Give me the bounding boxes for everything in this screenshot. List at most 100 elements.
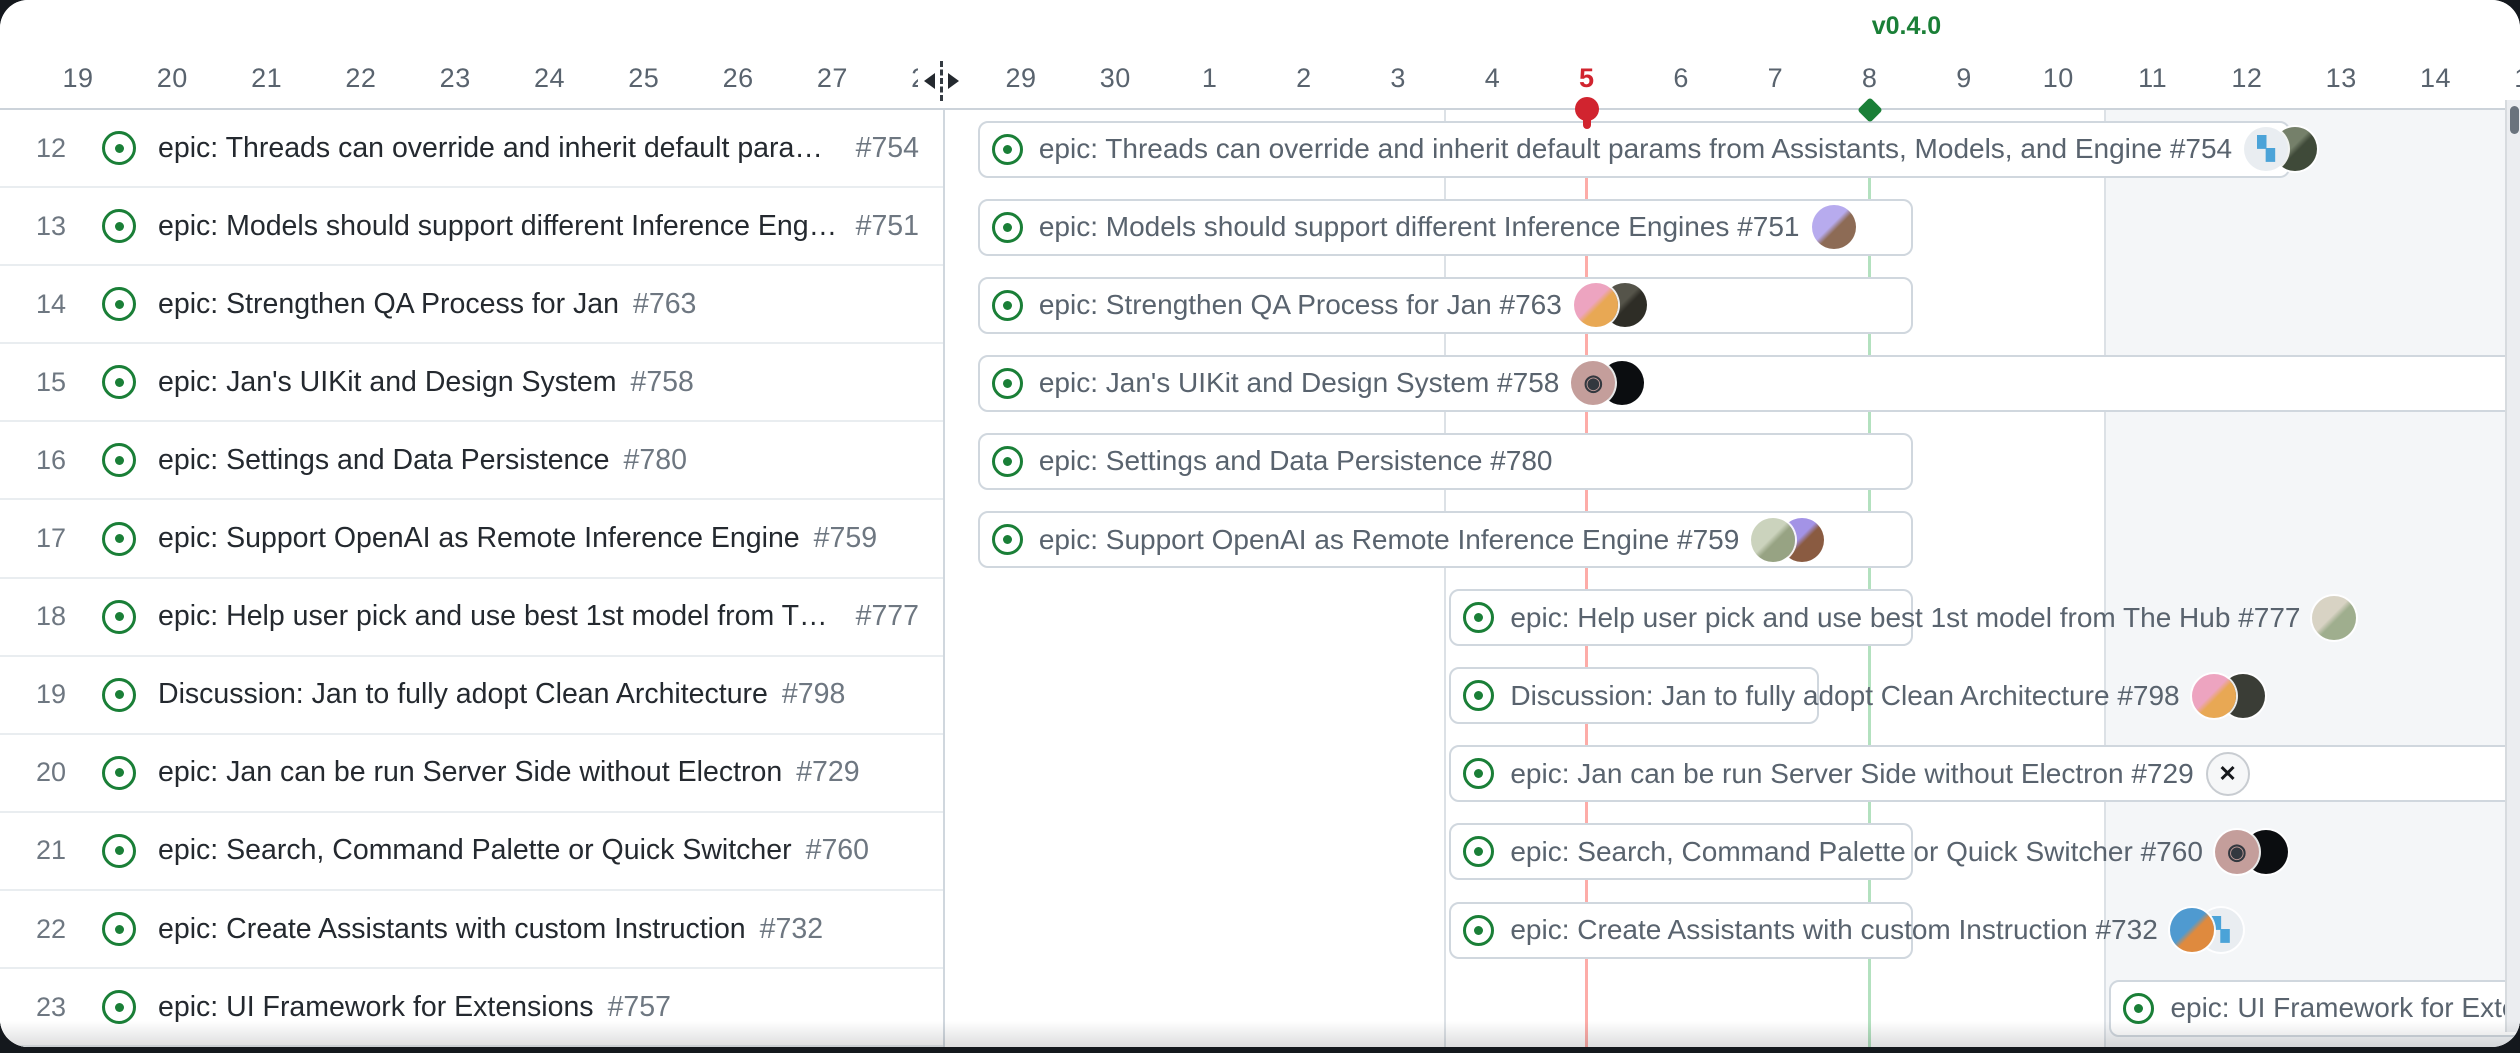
issue-title: epic: Help user pick and use best 1st mo…	[158, 600, 842, 633]
timeline-bar-20[interactable]: epic: Jan can be run Server Side without…	[1449, 745, 2520, 802]
day-label-23[interactable]: 23	[408, 58, 502, 98]
avatar	[2192, 674, 2236, 718]
bar-title: Discussion: Jan to fully adopt Clean Arc…	[1510, 680, 2179, 712]
open-issue-icon	[992, 524, 1023, 555]
open-issue-icon	[102, 756, 136, 790]
timeline-bar-14[interactable]: epic: Strengthen QA Process for Jan #763	[978, 277, 1913, 334]
day-label-10[interactable]: 10	[2011, 58, 2105, 98]
issue-number: #732	[760, 913, 823, 946]
day-label-30[interactable]: 30	[1068, 58, 1162, 98]
day-label-13[interactable]: 13	[2294, 58, 2388, 98]
issue-number: #751	[856, 210, 919, 243]
day-label-14[interactable]: 14	[2388, 58, 2482, 98]
day-label-8[interactable]: 8	[1823, 58, 1917, 98]
issue-title: epic: Support OpenAI as Remote Inference…	[158, 522, 800, 555]
day-label-7[interactable]: 7	[1728, 58, 1822, 98]
table-row-14[interactable]: 14epic: Strengthen QA Process for Jan#76…	[0, 266, 943, 344]
assignee-avatars	[2312, 596, 2356, 640]
scrollbar-thumb[interactable]	[2510, 106, 2519, 134]
open-issue-icon	[992, 446, 1023, 477]
day-label-27[interactable]: 27	[785, 58, 879, 98]
avatar	[2170, 908, 2214, 952]
bar-title: epic: Settings and Data Persistence #780	[1039, 445, 1553, 477]
bar-title: epic: Threads can override and inherit d…	[1039, 133, 2232, 165]
timeline-bar-12[interactable]: epic: Threads can override and inherit d…	[978, 121, 2290, 178]
open-issue-icon	[992, 134, 1023, 165]
row-number: 15	[0, 367, 66, 398]
avatar: ✕	[2206, 752, 2250, 796]
table-row-18[interactable]: 18epic: Help user pick and use best 1st …	[0, 579, 943, 657]
issue-number: #758	[630, 366, 693, 399]
bar-title: epic: Models should support different In…	[1039, 211, 1800, 243]
timeline-bar-16[interactable]: epic: Settings and Data Persistence #780	[978, 433, 1913, 490]
issue-number: #759	[814, 522, 877, 555]
table-panel: 12epic: Threads can override and inherit…	[0, 110, 945, 1047]
open-issue-icon	[102, 678, 136, 712]
open-issue-icon	[1463, 680, 1494, 711]
vertical-scrollbar[interactable]	[2505, 100, 2520, 1032]
day-label-1[interactable]: 1	[1162, 58, 1256, 98]
open-issue-icon	[1463, 836, 1494, 867]
table-row-21[interactable]: 21epic: Search, Command Palette or Quick…	[0, 813, 943, 891]
table-row-12[interactable]: 12epic: Threads can override and inherit…	[0, 110, 943, 188]
open-issue-icon	[102, 522, 136, 556]
day-label-25[interactable]: 25	[597, 58, 691, 98]
day-label-22[interactable]: 22	[314, 58, 408, 98]
day-label-19[interactable]: 19	[31, 58, 125, 98]
row-number: 20	[0, 757, 66, 788]
timeline-bar-21[interactable]: epic: Search, Command Palette or Quick S…	[1449, 823, 1913, 880]
table-row-19[interactable]: 19Discussion: Jan to fully adopt Clean A…	[0, 657, 943, 735]
milestone-label: v0.4.0	[1872, 12, 1942, 41]
day-label-15[interactable]: 15	[2483, 58, 2520, 98]
row-number: 23	[0, 992, 66, 1023]
issue-number: #760	[806, 834, 869, 867]
day-label-2[interactable]: 2	[1257, 58, 1351, 98]
avatar: ▚	[2244, 127, 2288, 171]
row-number: 17	[0, 523, 66, 554]
day-label-4[interactable]: 4	[1445, 58, 1539, 98]
issue-title: Discussion: Jan to fully adopt Clean Arc…	[158, 678, 768, 711]
header-border	[0, 108, 2520, 110]
issue-title: epic: Jan's UIKit and Design System	[158, 366, 616, 399]
bar-title: epic: Strengthen QA Process for Jan #763	[1039, 289, 1562, 321]
avatar	[1812, 205, 1856, 249]
table-row-13[interactable]: 13epic: Models should support different …	[0, 188, 943, 266]
issue-title: epic: Create Assistants with custom Inst…	[158, 913, 746, 946]
day-label-24[interactable]: 24	[502, 58, 596, 98]
day-label-26[interactable]: 26	[691, 58, 785, 98]
day-label-11[interactable]: 11	[2105, 58, 2199, 98]
timeline-bar-13[interactable]: epic: Models should support different In…	[978, 199, 1913, 256]
issue-number: #798	[782, 678, 845, 711]
open-issue-icon	[1463, 915, 1494, 946]
day-label-12[interactable]: 12	[2200, 58, 2294, 98]
table-row-20[interactable]: 20epic: Jan can be run Server Side witho…	[0, 735, 943, 813]
bar-title: epic: Jan can be run Server Side without…	[1510, 758, 2193, 790]
avatar	[1574, 283, 1618, 327]
day-label-3[interactable]: 3	[1351, 58, 1445, 98]
column-resize-handle-icon[interactable]	[918, 56, 964, 106]
timeline-header: 1920212223242526272829301234567891011121…	[0, 0, 2520, 110]
open-issue-icon	[992, 212, 1023, 243]
bar-title: epic: UI Framework for Extensions #757	[2170, 992, 2520, 1024]
issue-number: #777	[856, 600, 919, 633]
day-label-21[interactable]: 21	[219, 58, 313, 98]
day-label-6[interactable]: 6	[1634, 58, 1728, 98]
day-label-5[interactable]: 5	[1540, 58, 1634, 98]
day-label-9[interactable]: 9	[1917, 58, 2011, 98]
table-row-15[interactable]: 15 epic: Jan's UIKit and Design System #75…	[0, 344, 943, 422]
roadmap-app: epic: Threads can override and inherit d…	[0, 0, 2520, 1047]
timeline-bar-18[interactable]: epic: Help user pick and use best 1st mo…	[1449, 589, 1913, 646]
timeline-bar-17[interactable]: epic: Support OpenAI as Remote Inference…	[978, 511, 1913, 568]
row-number: 14	[0, 289, 66, 320]
row-number: 13	[0, 211, 66, 242]
issue-number: #763	[633, 288, 696, 321]
table-row-16[interactable]: 16epic: Settings and Data Persistence#78…	[0, 422, 943, 500]
day-label-29[interactable]: 29	[974, 58, 1068, 98]
timeline-bar-19[interactable]: Discussion: Jan to fully adopt Clean Arc…	[1449, 667, 1818, 724]
timeline-bar-22[interactable]: epic: Create Assistants with custom Inst…	[1449, 902, 1913, 959]
table-row-17[interactable]: 17 epic: Support OpenAI as Remote Inferen…	[0, 501, 943, 579]
bar-title: epic: Help user pick and use best 1st mo…	[1510, 602, 2300, 634]
day-label-20[interactable]: 20	[125, 58, 219, 98]
table-row-22[interactable]: 22epic: Create Assistants with custom In…	[0, 891, 943, 969]
timeline-bar-15[interactable]: epic: Jan's UIKit and Design System #758…	[978, 355, 2520, 412]
